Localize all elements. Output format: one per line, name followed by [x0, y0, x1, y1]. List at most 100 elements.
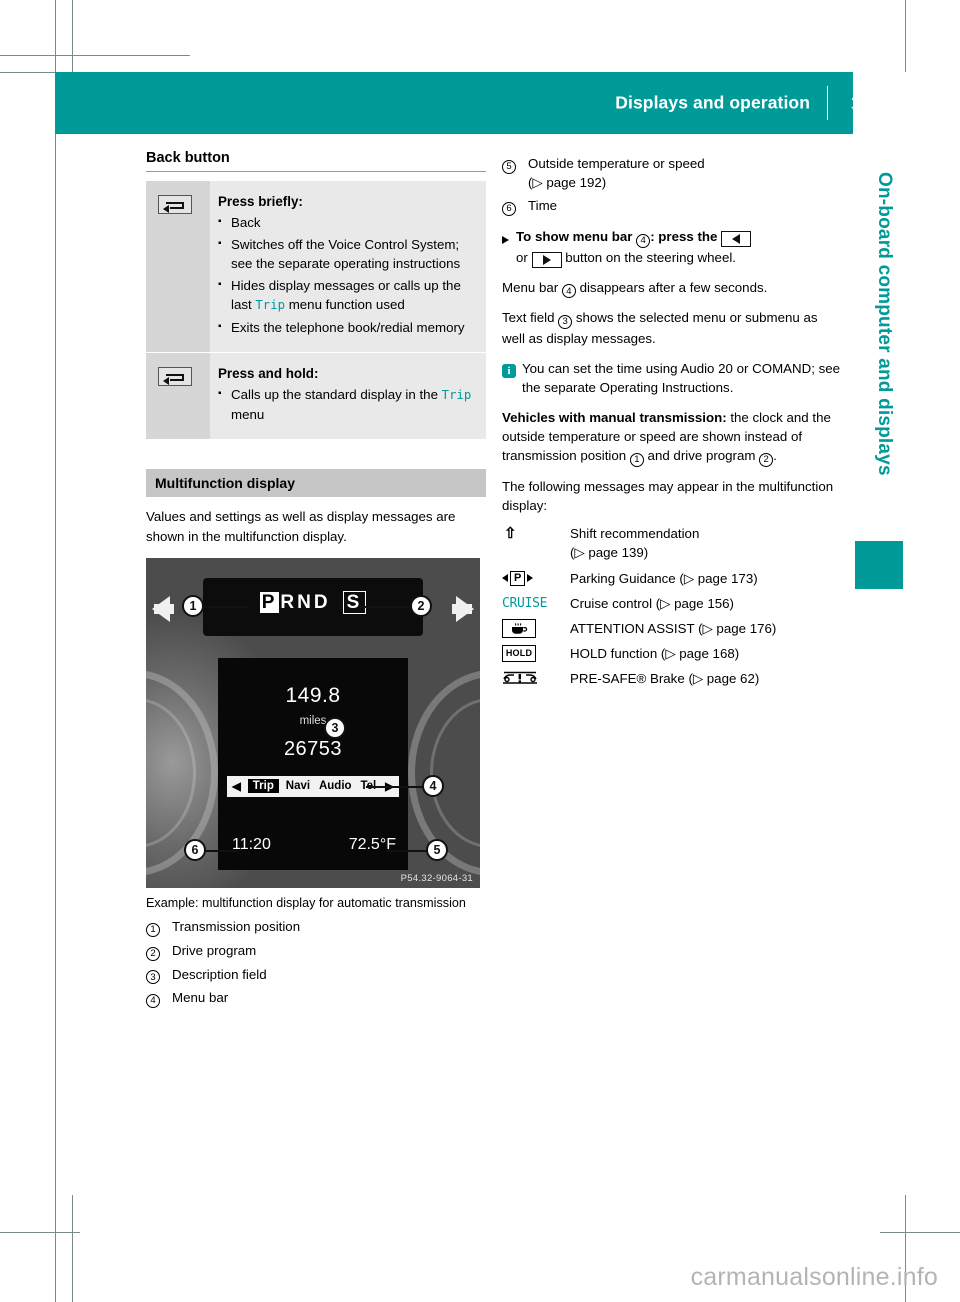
prnd-indicator: P RND S	[203, 590, 423, 614]
legend-label-4: Menu bar	[172, 990, 229, 1006]
heading-rule	[146, 171, 486, 173]
list-item: Exits the telephone book/redial memory	[218, 317, 474, 337]
step-or-text: or	[516, 249, 528, 265]
message-page-ref-hold: (▷ page 168)	[660, 646, 740, 662]
back-button-icon-cell	[146, 352, 210, 440]
list-item: Calls up the standard display in the Tri…	[218, 384, 474, 424]
menu-item-trip: Trip	[247, 779, 279, 794]
table-row: Press briefly: Back Switches off the Voi…	[146, 181, 486, 353]
attention-assist-icon	[502, 618, 570, 638]
list-item: 2 Drive program	[146, 941, 486, 961]
callout-3: 3	[324, 716, 346, 739]
site-watermark: carmanualsonline.info	[690, 1263, 938, 1291]
gear-n: N	[297, 591, 314, 613]
message-page-ref-parking: (▷ page 173)	[679, 570, 758, 586]
step-callout-4: 4	[636, 233, 651, 248]
callout-6: 6	[184, 838, 206, 861]
gear-p: P	[259, 591, 280, 613]
step-colon: : press the	[650, 228, 718, 244]
legend-label-1: Transmission position	[172, 919, 301, 935]
callout-1: 1	[182, 594, 204, 617]
list-item: PRE-SAFE® Brake (▷ page 62)	[502, 669, 842, 688]
step-bold-text: To show menu bar	[516, 228, 633, 244]
list-item: ⇧ Shift recommendation (▷ page 139)	[502, 524, 842, 562]
crop-mark-bottom-left	[0, 1232, 80, 1233]
chapter-tab-marker	[855, 541, 903, 589]
legend-label-2: Drive program	[172, 942, 257, 958]
messages-intro-paragraph: The following messages may appear in the…	[502, 478, 834, 513]
legend-number-4: 4	[146, 988, 172, 1009]
message-label-shift: Shift recommendation	[570, 526, 700, 542]
table-row: Press and hold: Calls up the standard di…	[146, 352, 486, 440]
shift-recommendation-icon: ⇧	[504, 525, 517, 543]
callout-4: 4	[422, 774, 444, 797]
multifunction-display-intro: Values and settings as well as display m…	[146, 509, 456, 544]
parking-guidance-icon: P	[502, 569, 570, 588]
instruction-step-show-menu-bar: To show menu bar 4: press the or button …	[502, 227, 842, 268]
menu-bar-timeout-paragraph: Menu bar 4 disappears after a few second…	[502, 279, 768, 299]
press-and-hold-list: Calls up the standard display in the Tri…	[218, 384, 474, 424]
crop-mark-top-left	[0, 55, 190, 56]
back-button-icon-cell	[146, 181, 210, 353]
figure-reference-code: P54.32-9064-31	[400, 872, 473, 884]
inline-callout-4: 4	[561, 284, 576, 299]
message-page-ref-attention: (▷ page 176)	[698, 620, 777, 636]
figure-caption: Example: multifunction display for autom…	[146, 895, 466, 910]
header-divider	[826, 86, 828, 120]
list-item: CRUISE Cruise control (▷ page 156)	[502, 594, 842, 613]
section-heading-multifunction-display: Multifunction display	[146, 469, 486, 498]
steering-wheel-right-button-icon	[531, 251, 562, 268]
trip-keyword: Trip	[255, 298, 286, 313]
crop-mark-left-inner-bottom	[72, 1195, 73, 1302]
cruise-control-icon: CRUISE	[502, 595, 548, 611]
message-label-parking: Parking Guidance	[570, 570, 676, 586]
back-button-table: Press briefly: Back Switches off the Voi…	[146, 181, 486, 440]
multifunction-screen: 149.8 miles 26753 ◀ Trip Navi Audio Tel …	[218, 657, 408, 870]
inline-callout-2: 2	[759, 452, 774, 467]
press-briefly-list: Back Switches off the Voice Control Syst…	[218, 212, 474, 337]
message-page-ref-cruise: (▷ page 156)	[655, 595, 734, 611]
manual-page: Displays and operation 183 On-board comp…	[0, 0, 960, 1302]
legend-page-ref-5: (▷ page 192)	[528, 175, 607, 190]
figure-legend: 1 Transmission position 2 Drive program …	[146, 917, 486, 1009]
legend-number-2: 2	[146, 941, 172, 961]
list-item: Back	[218, 212, 474, 232]
hold-function-icon: HOLD	[502, 644, 570, 663]
display-messages-list: ⇧ Shift recommendation (▷ page 139) P Pa…	[502, 524, 842, 688]
message-label-attention: ATTENTION ASSIST	[570, 620, 695, 636]
press-and-hold-cell: Press and hold: Calls up the standard di…	[210, 352, 486, 440]
list-item: P Parking Guidance (▷ page 173)	[502, 569, 842, 588]
legend-number-1: 1	[146, 917, 172, 937]
step-marker-icon	[502, 227, 516, 268]
message-page-ref-shift: (▷ page 139)	[570, 545, 649, 561]
right-callout-arrow-icon	[452, 595, 474, 622]
crop-mark-left-outer	[55, 0, 56, 1302]
legend-number-3: 3	[146, 965, 172, 985]
press-briefly-label: Press briefly:	[218, 194, 303, 210]
left-column: Back button Press briefly: Back Switches…	[146, 150, 486, 1009]
chapter-side-title: On-board computer and displays	[874, 172, 895, 476]
pre-safe-brake-glyph	[503, 672, 537, 685]
message-label-hold: HOLD function	[570, 646, 658, 662]
legend-label-3: Description field	[172, 966, 267, 982]
page-header-bar: Displays and operation 183	[55, 72, 910, 134]
back-button-icon	[158, 195, 192, 215]
legend-number-5: 5	[502, 154, 528, 174]
info-icon: i	[502, 359, 522, 397]
text-field-paragraph: Text field 3 shows the selected menu or …	[502, 310, 818, 346]
back-button-icon	[158, 367, 192, 387]
trip-keyword: Trip	[441, 388, 472, 403]
press-briefly-cell: Press briefly: Back Switches off the Voi…	[210, 181, 486, 353]
trip-distance-unit: miles	[299, 714, 327, 727]
legend-label-6: Time	[528, 198, 558, 213]
message-label-cruise: Cruise control	[570, 595, 653, 611]
crop-mark-bottom-right	[880, 1232, 960, 1233]
message-page-ref-presafe: (▷ page 62)	[688, 671, 760, 687]
callout-2: 2	[410, 594, 432, 617]
press-and-hold-label: Press and hold:	[218, 366, 319, 382]
list-item: HOLD HOLD function (▷ page 168)	[502, 644, 842, 663]
right-column: 5 Outside temperature or speed (▷ page 1…	[502, 150, 842, 689]
legend-number-6: 6	[502, 196, 528, 216]
coffee-cup-glyph	[512, 623, 528, 634]
info-note-text: You can set the time using Audio 20 or C…	[522, 361, 841, 396]
